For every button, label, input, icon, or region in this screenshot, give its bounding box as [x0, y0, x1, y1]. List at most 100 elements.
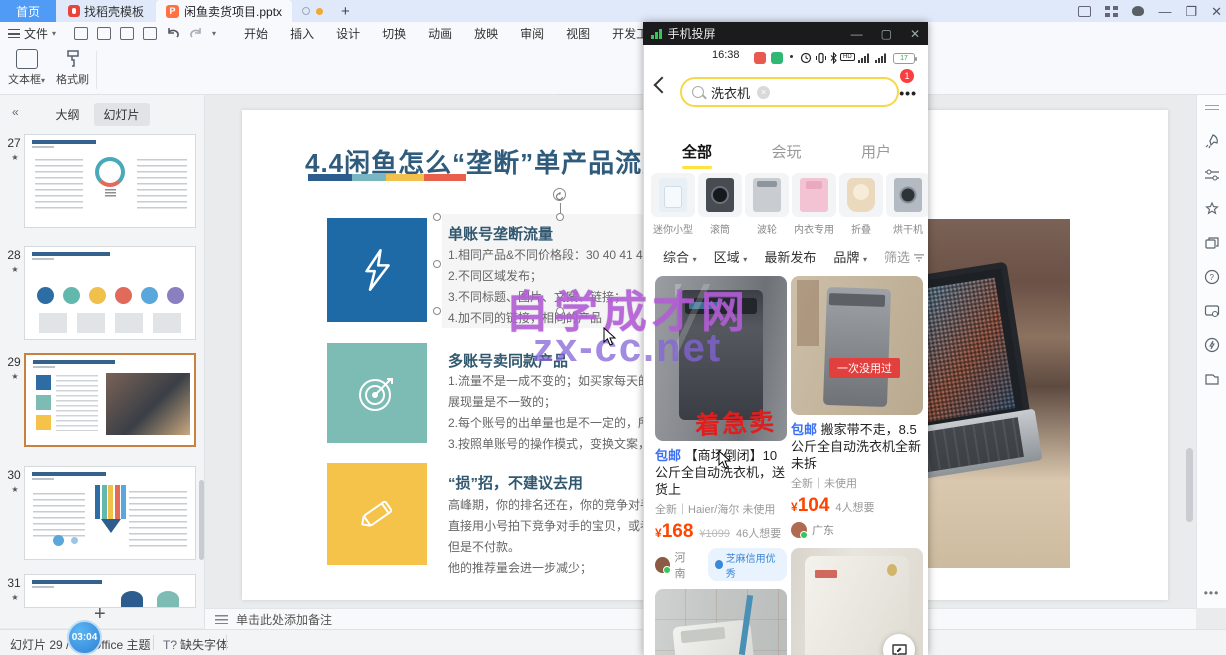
- missing-font-warning[interactable]: T? 缺失字体: [163, 636, 228, 653]
- sidebar-scrollbar[interactable]: [199, 480, 204, 560]
- tab-slides[interactable]: 幻灯片: [94, 103, 150, 126]
- flash-circle-icon[interactable]: [1204, 337, 1220, 353]
- category-dryer[interactable]: 烘干机: [886, 173, 928, 236]
- adjust-sliders-icon[interactable]: [1204, 167, 1220, 183]
- product2-seller-row[interactable]: 广东: [791, 522, 923, 538]
- star-effects-icon[interactable]: [1204, 201, 1220, 217]
- tab-document[interactable]: P 闲鱼卖货项目.pptx: [156, 0, 292, 22]
- card-settings-icon[interactable]: [1204, 303, 1220, 319]
- resource-box-icon[interactable]: [1204, 371, 1220, 387]
- layers-icon[interactable]: [1204, 235, 1220, 251]
- layout-view-icon[interactable]: [1078, 6, 1091, 17]
- block2-heading[interactable]: 多账号卖同款产品: [448, 350, 568, 371]
- more-commands-icon[interactable]: ▾: [212, 29, 216, 38]
- more-options-icon[interactable]: •••: [899, 85, 917, 101]
- export-icon[interactable]: [97, 27, 111, 40]
- preview-icon[interactable]: [143, 27, 157, 40]
- product2-image[interactable]: 一次没用过: [791, 276, 923, 415]
- screen-record-timer[interactable]: 03:04: [67, 620, 102, 655]
- slide-thumbnail-30[interactable]: [24, 466, 196, 560]
- print-icon[interactable]: [120, 27, 134, 40]
- block1-square[interactable]: [327, 218, 427, 322]
- chevron-down-icon: ▾: [52, 29, 56, 38]
- accent-bar-yellow: [386, 174, 424, 181]
- phone-close-button[interactable]: ✕: [910, 27, 920, 41]
- category-drum[interactable]: 滚筒: [698, 173, 742, 236]
- file-menu-label: 文件: [24, 25, 48, 42]
- slide-thumbnail-28[interactable]: [24, 246, 196, 340]
- panel-more-icon[interactable]: •••: [1204, 586, 1220, 600]
- menu-review[interactable]: 审阅: [520, 25, 544, 42]
- category-folding[interactable]: 折叠: [839, 173, 883, 236]
- tab-outline[interactable]: 大纲: [55, 106, 79, 123]
- menu-view[interactable]: 视图: [566, 25, 590, 42]
- back-chevron-icon[interactable]: [654, 77, 671, 94]
- panel-grip-icon[interactable]: [1205, 105, 1219, 110]
- apps-grid-icon[interactable]: [1105, 6, 1118, 17]
- canvas-scrollbar[interactable]: [1186, 448, 1193, 522]
- product1-image[interactable]: 着急卖: [655, 276, 787, 441]
- menu-slideshow[interactable]: 放映: [474, 25, 498, 42]
- filter-newest[interactable]: 最新发布: [764, 247, 816, 266]
- search-input[interactable]: 洗衣机 ×: [680, 77, 899, 107]
- block2-square[interactable]: [327, 343, 427, 443]
- slide-thumbnail-31[interactable]: [24, 574, 196, 608]
- restore-button[interactable]: ❐: [1185, 5, 1197, 18]
- tab-users[interactable]: 用户: [861, 141, 891, 162]
- accent-bar-navy: [308, 174, 352, 181]
- product3-image[interactable]: [655, 589, 787, 655]
- rotate-handle[interactable]: [553, 188, 566, 201]
- slide-thumbnail-27[interactable]: [24, 134, 196, 228]
- minimize-button[interactable]: —: [1158, 5, 1171, 18]
- block1-heading[interactable]: 单账号垄断流量: [448, 223, 553, 244]
- category-pulsator[interactable]: 波轮: [745, 173, 789, 236]
- redo-icon[interactable]: [189, 27, 203, 40]
- block3-heading[interactable]: “损”招，不建议去用: [448, 472, 583, 493]
- selection-handle-bc[interactable]: [556, 307, 564, 315]
- clear-search-icon[interactable]: ×: [757, 86, 770, 99]
- phone-minimize-button[interactable]: —: [851, 27, 863, 41]
- selection-handle-tl[interactable]: [433, 213, 441, 221]
- product1-want-count: 46人想要: [736, 525, 781, 541]
- brush-icon: [62, 49, 84, 69]
- product1-seller-row[interactable]: 河南 芝麻信用优秀: [655, 548, 787, 581]
- tab-all[interactable]: 全部: [682, 141, 712, 162]
- close-button[interactable]: ✕: [1211, 5, 1222, 18]
- add-slide-button[interactable]: +: [94, 603, 106, 626]
- new-tab-button[interactable]: +: [341, 3, 350, 20]
- assistant-mascot-icon[interactable]: [1132, 6, 1144, 16]
- undo-icon[interactable]: [166, 27, 180, 40]
- category-mini[interactable]: 迷你小型: [651, 173, 695, 236]
- save-icon[interactable]: [74, 27, 88, 40]
- selection-handle-bl[interactable]: [433, 307, 441, 315]
- tab-huiwan[interactable]: 会玩: [771, 141, 801, 162]
- menu-insert[interactable]: 插入: [290, 25, 314, 42]
- menu-transition[interactable]: 切换: [382, 25, 406, 42]
- block3-square[interactable]: [327, 463, 427, 565]
- phone-mirror-window[interactable]: 手机投屏 — ▢ ✕ 16:38 HD 17 洗衣机 × 1: [643, 22, 928, 655]
- file-menu[interactable]: 文件 ▾: [0, 25, 64, 42]
- tab-state-icon: [302, 7, 310, 15]
- filter-region[interactable]: 区域 ▾: [714, 247, 748, 266]
- product2-title[interactable]: 包邮 搬家带不走，8.5公斤全自动洗衣机全新未拆: [791, 421, 923, 472]
- selection-handle-tc[interactable]: [556, 213, 564, 221]
- filter-filter[interactable]: 筛选: [884, 247, 924, 266]
- tab-docer[interactable]: 找稻壳模板: [56, 0, 156, 22]
- filter-comprehensive[interactable]: 综合 ▾: [663, 247, 697, 266]
- selection-handle-ml[interactable]: [433, 260, 441, 268]
- menu-design[interactable]: 设计: [336, 25, 360, 42]
- format-painter-button[interactable]: 格式刷: [56, 49, 89, 87]
- help-icon[interactable]: ?: [1204, 269, 1220, 285]
- menu-animation[interactable]: 动画: [428, 25, 452, 42]
- category-underwear[interactable]: 内衣专用: [792, 173, 836, 236]
- phone-maximize-button[interactable]: ▢: [881, 27, 892, 41]
- filter-brand[interactable]: 品牌 ▾: [833, 247, 867, 266]
- phone-window-titlebar[interactable]: 手机投屏 — ▢ ✕: [643, 22, 928, 45]
- product2-price: 104: [798, 495, 830, 516]
- zhima-icon: [715, 560, 723, 569]
- tab-home[interactable]: 首页: [0, 0, 56, 22]
- slide-thumbnail-29-selected[interactable]: [24, 353, 196, 447]
- rocket-icon[interactable]: [1204, 133, 1220, 149]
- textbox-button[interactable]: 文本框▾: [8, 49, 45, 87]
- menu-start[interactable]: 开始: [244, 25, 268, 42]
